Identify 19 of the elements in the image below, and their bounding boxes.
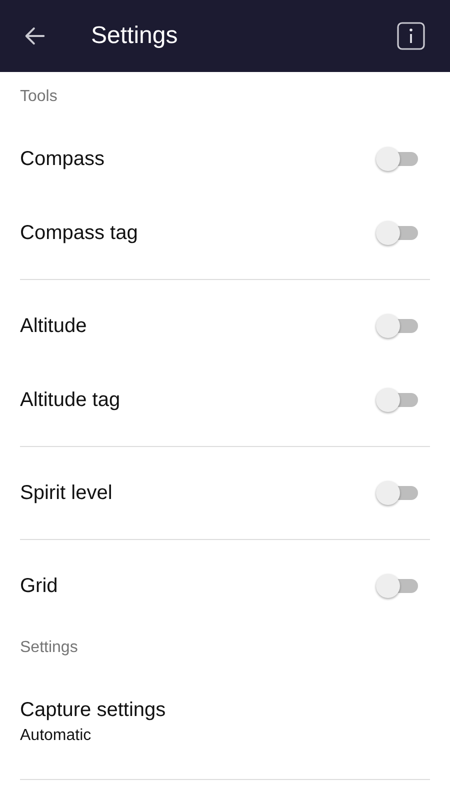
setting-label: Spirit level: [20, 481, 112, 506]
setting-label: Altitude tag: [20, 388, 120, 413]
section-header: Settings: [20, 638, 78, 658]
toggle-switch[interactable]: [376, 147, 420, 171]
setting-label: Altitude: [20, 314, 87, 339]
setting-value: Automatic: [20, 726, 92, 746]
toggle-switch[interactable]: [376, 481, 420, 505]
toggle-switch[interactable]: [376, 221, 420, 245]
setting-label: Compass tag: [20, 221, 138, 246]
setting-label: Compass: [20, 147, 104, 172]
setting-label: Grid: [20, 574, 58, 599]
info-icon[interactable]: [397, 22, 425, 50]
section-header: Tools: [20, 87, 58, 107]
setting-row[interactable]: Capture settings Automatic: [0, 673, 450, 770]
toggle-switch[interactable]: [376, 574, 420, 598]
screen-title: Settings: [91, 21, 178, 51]
setting-label: Capture settings: [20, 698, 167, 722]
toggle-switch[interactable]: [376, 388, 420, 412]
toggle-switch[interactable]: [376, 314, 420, 338]
